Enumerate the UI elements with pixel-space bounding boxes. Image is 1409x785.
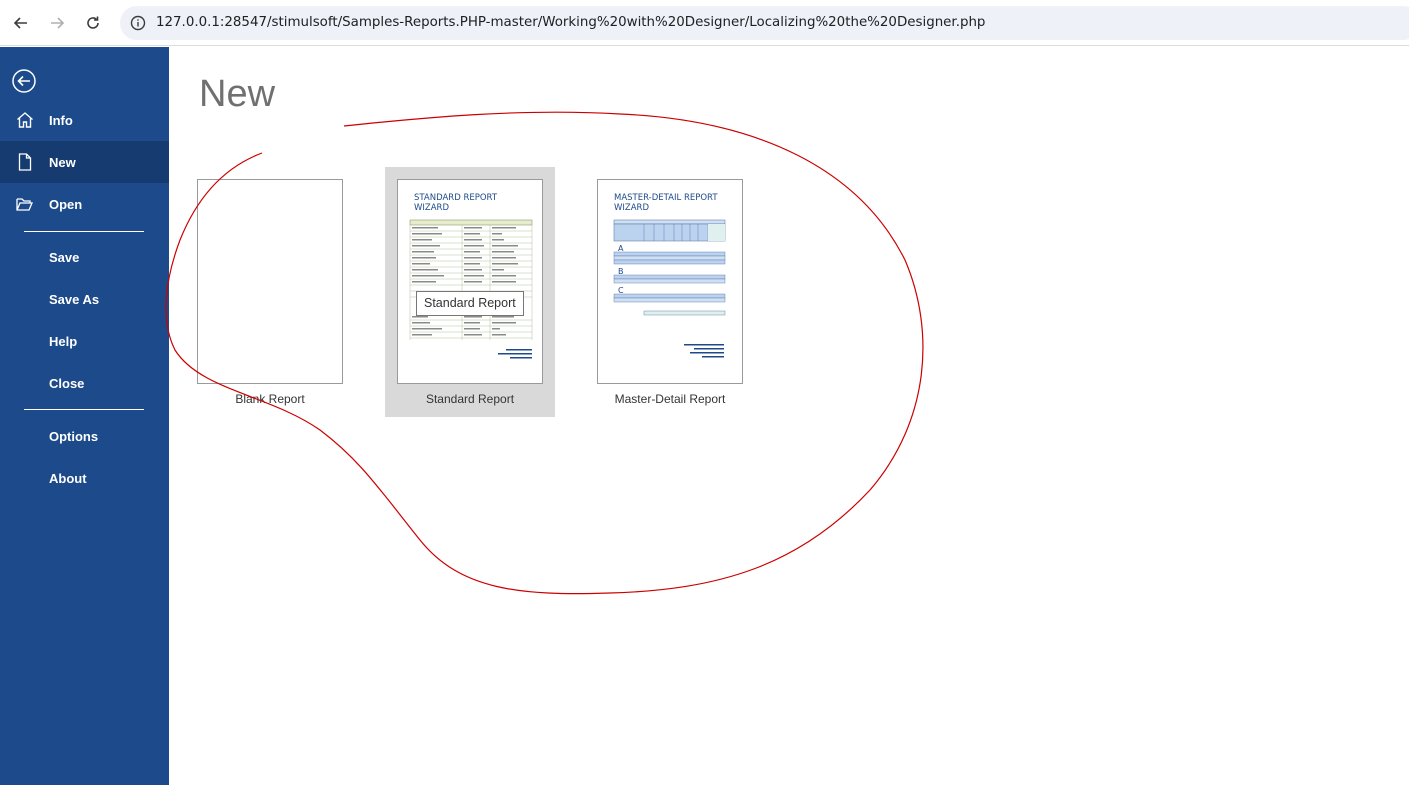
sidebar-item-open[interactable]: Open (0, 183, 169, 225)
template-label: Master-Detail Report (614, 392, 726, 406)
table-preview-graphic (409, 219, 533, 359)
table-preview-graphic: A B C (613, 219, 726, 358)
sidebar-item-about[interactable]: About (0, 457, 169, 499)
sidebar-item-options[interactable]: Options (0, 415, 169, 457)
reload-icon[interactable] (81, 11, 105, 35)
sidebar-item-label: New (49, 154, 76, 170)
back-arrow-icon[interactable] (9, 11, 33, 35)
url-text: 127.0.0.1:28547/stimulsoft/Samples-Repor… (156, 15, 986, 30)
standard-report-thumbnail: STANDARD REPORT WIZARD (397, 179, 543, 384)
sidebar-item-new[interactable]: New (0, 141, 169, 183)
sidebar-item-label: Help (49, 333, 78, 349)
new-document-icon (15, 152, 35, 172)
sidebar-item-label: Save (49, 249, 80, 265)
svg-text:B: B (618, 267, 624, 276)
master-detail-report-thumbnail: MASTER-DETAIL REPORT WIZARD A B C (597, 179, 743, 384)
template-label: Blank Report (235, 392, 305, 406)
sidebar-divider (24, 409, 144, 410)
svg-text:C: C (618, 286, 624, 295)
browser-toolbar: 127.0.0.1:28547/stimulsoft/Samples-Repor… (0, 0, 1409, 46)
sidebar: Info New Open Save Save As Help Close Op… (0, 47, 169, 785)
template-label: Standard Report (425, 392, 515, 406)
page-title: New (199, 73, 276, 115)
back-circle-icon[interactable] (11, 68, 37, 94)
sidebar-item-close[interactable]: Close (0, 362, 169, 404)
home-icon (15, 110, 35, 130)
sidebar-item-help[interactable]: Help (0, 320, 169, 362)
sidebar-item-label: Info (49, 112, 73, 128)
address-bar[interactable]: 127.0.0.1:28547/stimulsoft/Samples-Repor… (120, 6, 1409, 40)
sidebar-divider (24, 231, 144, 232)
sidebar-item-label: Options (49, 428, 99, 444)
sidebar-item-save[interactable]: Save (0, 236, 169, 278)
template-blank-report[interactable]: Blank Report (185, 167, 355, 417)
svg-text:A: A (618, 244, 624, 253)
forward-arrow-icon[interactable] (45, 11, 69, 35)
template-master-detail-report[interactable]: MASTER-DETAIL REPORT WIZARD A B C Master… (585, 167, 755, 417)
tooltip: Standard Report (416, 291, 524, 316)
sidebar-item-save-as[interactable]: Save As (0, 278, 169, 320)
sidebar-item-label: Save As (49, 291, 100, 307)
blank-report-thumbnail (197, 179, 343, 384)
sidebar-item-label: Close (49, 375, 85, 391)
site-info-icon[interactable] (128, 13, 148, 33)
sidebar-item-label: Open (49, 196, 83, 212)
folder-open-icon (15, 194, 35, 214)
sidebar-item-label: About (49, 470, 87, 486)
sidebar-item-info[interactable]: Info (0, 99, 169, 141)
